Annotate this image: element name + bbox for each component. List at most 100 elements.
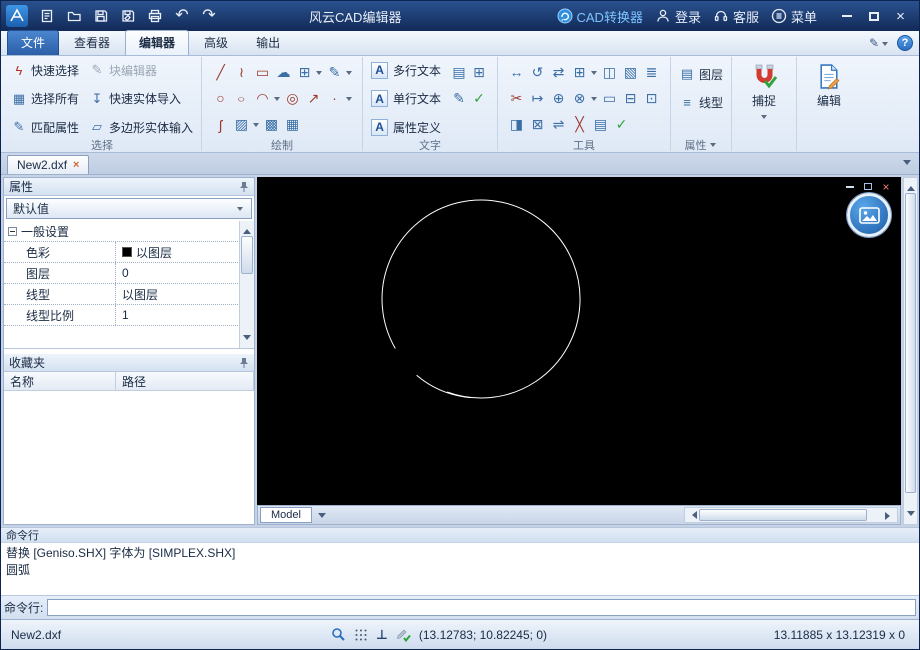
pin-icon[interactable]: [239, 357, 249, 368]
polygon-entity-input-button[interactable]: ▱ 多边形实体输入: [89, 116, 193, 138]
text-style-icon[interactable]: ▤: [449, 62, 470, 83]
chevron-down-icon[interactable]: [591, 96, 598, 104]
scroll-up-icon[interactable]: [907, 182, 915, 191]
sketch-icon[interactable]: ✎: [324, 62, 345, 83]
rectangle-icon[interactable]: ▭: [252, 62, 273, 83]
property-row-color[interactable]: 色彩 以图层: [4, 242, 254, 263]
help-button[interactable]: ?: [897, 35, 913, 51]
drawing-canvas[interactable]: ×: [257, 177, 901, 505]
table-icon[interactable]: ▦: [282, 114, 303, 135]
explode-icon[interactable]: ⊗: [569, 88, 590, 109]
single-line-text-button[interactable]: A 单行文本: [371, 88, 441, 110]
property-value[interactable]: 以图层: [122, 286, 158, 303]
edit-text-icon[interactable]: ✎: [449, 88, 470, 109]
gradient-icon[interactable]: ▩: [261, 114, 282, 135]
command-input[interactable]: [47, 599, 916, 616]
copy-icon[interactable]: ◫: [599, 62, 620, 83]
quick-entity-import-button[interactable]: ↧ 快速实体导入: [89, 88, 193, 110]
attribute-define-button[interactable]: A 属性定义: [371, 116, 441, 138]
chevron-down-icon[interactable]: [760, 115, 767, 122]
viewport-close-button[interactable]: ×: [879, 180, 893, 193]
break-icon[interactable]: ⊠: [527, 114, 548, 135]
edit-button[interactable]: 编辑: [805, 59, 853, 109]
point-icon[interactable]: ∙: [324, 88, 345, 109]
spline-icon[interactable]: ʃ: [210, 114, 231, 135]
layer-button[interactable]: ▤ 图层: [679, 63, 723, 85]
vertical-scrollbar[interactable]: [903, 177, 918, 525]
property-row-linetype-scale[interactable]: 线型比例 1: [4, 305, 254, 326]
layout-list-chevron-icon[interactable]: [317, 512, 326, 522]
ellipse-icon[interactable]: ○: [231, 92, 252, 106]
scrollbar-thumb[interactable]: [699, 509, 867, 521]
panel-menu-chevron-icon[interactable]: [903, 160, 911, 169]
snap-button[interactable]: 捕捉: [740, 59, 788, 122]
favorites-column-name[interactable]: 名称: [4, 372, 116, 390]
ray-icon[interactable]: ↗: [303, 88, 324, 109]
menu-button[interactable]: 菜单: [771, 7, 817, 26]
polyline-icon[interactable]: ≀: [231, 62, 252, 83]
multiline-text-button[interactable]: A 多行文本: [371, 59, 441, 81]
scroll-up-icon[interactable]: [243, 225, 251, 234]
tab-file[interactable]: 文件: [7, 30, 60, 55]
fillet-icon[interactable]: ⊡: [641, 88, 662, 109]
scrollbar-thumb[interactable]: [905, 193, 916, 493]
list-icon[interactable]: ≣: [641, 62, 662, 83]
linetype-button[interactable]: ≡ 线型: [679, 91, 723, 113]
new-file-button[interactable]: [34, 3, 60, 29]
viewport-minimize-button[interactable]: [843, 180, 857, 193]
chevron-down-icon[interactable]: [591, 70, 598, 78]
block-editor-button[interactable]: ✎ 块编辑器: [89, 59, 193, 81]
extend-icon[interactable]: ↦: [527, 88, 548, 109]
export-image-button[interactable]: [847, 193, 891, 237]
circle-icon[interactable]: ○: [210, 88, 231, 109]
move-icon[interactable]: ↔: [506, 62, 527, 83]
chevron-down-icon[interactable]: [709, 143, 716, 150]
property-row-linetype[interactable]: 线型 以图层: [4, 284, 254, 305]
close-button[interactable]: ×: [887, 3, 914, 29]
model-tab[interactable]: Model: [260, 507, 312, 523]
measure-icon[interactable]: ╳: [569, 114, 590, 135]
array-icon[interactable]: ⊞: [569, 62, 590, 83]
viewport-restore-button[interactable]: [861, 180, 875, 193]
save-button[interactable]: [88, 3, 114, 29]
field-icon[interactable]: ⊞: [469, 62, 490, 83]
property-value[interactable]: 以图层: [136, 244, 172, 261]
chamfer-icon[interactable]: ◨: [506, 114, 527, 135]
property-row-layer[interactable]: 图层 0: [4, 263, 254, 284]
stretch-icon[interactable]: ▭: [599, 88, 620, 109]
scrollbar-thumb[interactable]: [241, 236, 253, 274]
tab-output[interactable]: 输出: [243, 31, 293, 55]
app-logo-icon[interactable]: [6, 5, 28, 27]
favorites-list[interactable]: [4, 391, 254, 524]
osnap-icon[interactable]: [396, 627, 411, 642]
scroll-down-icon[interactable]: [243, 335, 251, 344]
quick-select-button[interactable]: ϟ 快速选择: [11, 59, 79, 81]
maximize-button[interactable]: [860, 3, 887, 29]
open-file-button[interactable]: [61, 3, 87, 29]
tab-viewer[interactable]: 查看器: [61, 31, 123, 55]
property-tree-row[interactable]: 一般设置: [4, 221, 254, 242]
customer-service-button[interactable]: 客服: [713, 7, 759, 26]
arc-icon[interactable]: ◠: [252, 88, 273, 109]
line-icon[interactable]: ╱: [210, 62, 231, 83]
scroll-left-icon[interactable]: [688, 511, 697, 519]
command-history[interactable]: 替换 [Geniso.SHX] 字体为 [SIMPLEX.SHX] 圆弧: [1, 543, 919, 596]
select-all-button[interactable]: ▦ 选择所有: [11, 88, 79, 110]
revision-cloud-icon[interactable]: ☁: [273, 62, 294, 83]
chevron-down-icon[interactable]: [274, 96, 281, 104]
group-icon[interactable]: ▤: [590, 114, 611, 135]
erase-icon[interactable]: ⊟: [620, 88, 641, 109]
tab-advanced[interactable]: 高级: [191, 31, 241, 55]
match-properties-button[interactable]: ✎ 匹配属性: [11, 116, 79, 138]
join-icon[interactable]: ⇌: [548, 114, 569, 135]
redo-button[interactable]: ↷: [196, 3, 222, 29]
save-as-button[interactable]: [115, 3, 141, 29]
cad-converter-button[interactable]: CAD转换器: [557, 7, 643, 26]
horizontal-scrollbar[interactable]: [684, 507, 898, 523]
tab-editor[interactable]: 编辑器: [125, 30, 190, 55]
command-panel-header[interactable]: 命令行: [1, 527, 919, 543]
chevron-down-icon[interactable]: [346, 96, 353, 104]
chevron-down-icon[interactable]: [253, 123, 260, 130]
trim-icon[interactable]: ✂: [506, 88, 527, 109]
scroll-down-icon[interactable]: [907, 511, 915, 520]
